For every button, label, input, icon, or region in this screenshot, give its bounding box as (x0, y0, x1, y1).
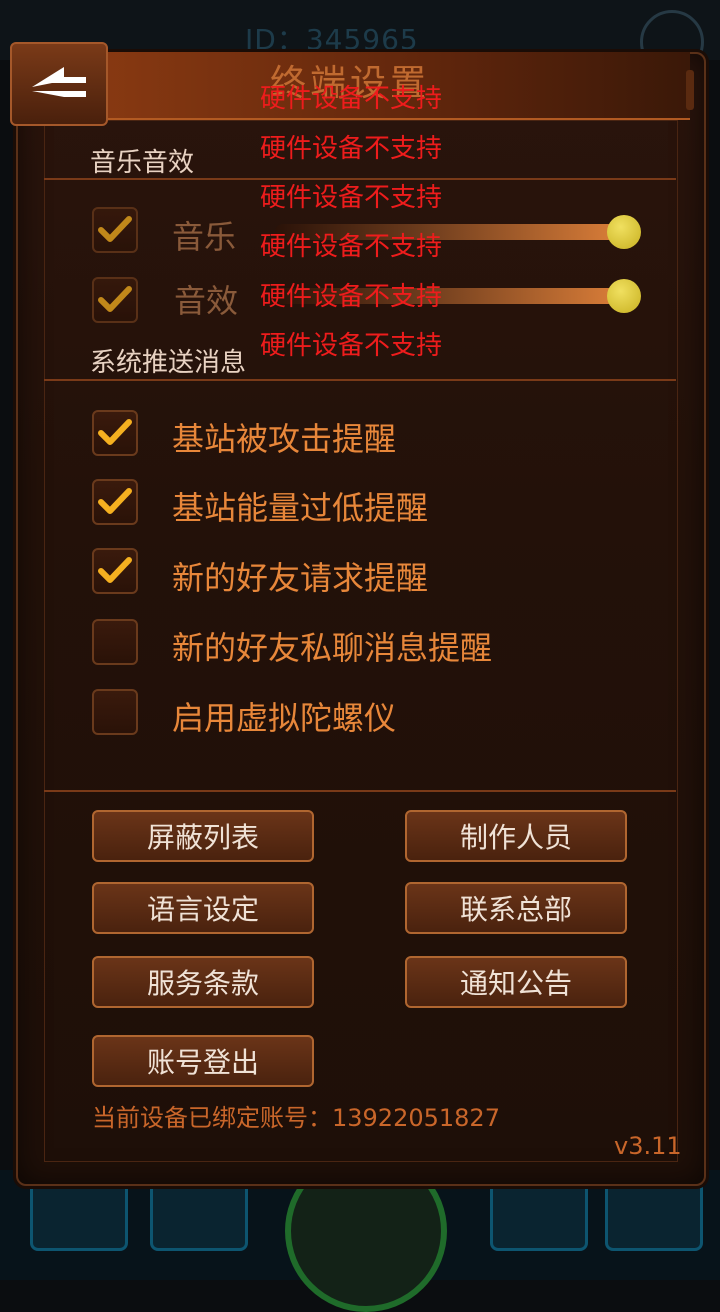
credits-button[interactable]: 制作人员 (405, 810, 627, 862)
chat-icon (30, 1175, 128, 1251)
base-icon (490, 1175, 588, 1251)
push-item-checkbox[interactable] (92, 479, 138, 525)
check-icon (98, 286, 132, 312)
push-item-label: 新的好友请求提醒 (172, 559, 429, 597)
contact-hq-button[interactable]: 联系总部 (405, 882, 627, 934)
back-button[interactable] (10, 42, 108, 126)
music-label: 音乐 (172, 218, 237, 256)
push-item-checkbox[interactable] (92, 689, 138, 735)
sfx-slider-knob[interactable] (607, 279, 641, 313)
check-icon (98, 216, 132, 242)
warning-text: 硬件设备不支持 (260, 183, 443, 213)
device-account-text: 当前设备已绑定账号：13922051827 (92, 1104, 500, 1132)
push-item-checkbox[interactable] (92, 410, 138, 456)
push-item-checkbox[interactable] (92, 548, 138, 594)
version-label: v3.11 (614, 1132, 682, 1160)
warning-text: 硬件设备不支持 (260, 282, 443, 312)
divider (44, 379, 676, 381)
push-item-label: 新的好友私聊消息提醒 (172, 629, 493, 667)
music-checkbox[interactable] (92, 207, 138, 253)
check-icon (98, 419, 132, 445)
music-section-title: 音乐音效 (90, 148, 195, 178)
block-list-button[interactable]: 屏蔽列表 (92, 810, 314, 862)
logout-button[interactable]: 账号登出 (92, 1035, 314, 1087)
warning-text: 硬件设备不支持 (260, 84, 443, 114)
push-item-label: 启用虚拟陀螺仪 (172, 699, 397, 737)
warning-text: 硬件设备不支持 (260, 232, 443, 262)
back-arrow-icon (32, 67, 86, 97)
screen-icon (605, 1175, 703, 1251)
push-section-title: 系统推送消息 (90, 348, 247, 378)
push-item-label: 基站被攻击提醒 (172, 420, 397, 458)
network-icon (150, 1175, 248, 1251)
push-item-label: 基站能量过低提醒 (172, 489, 429, 527)
warning-text: 硬件设备不支持 (260, 134, 443, 164)
music-slider-knob[interactable] (607, 215, 641, 249)
sfx-checkbox[interactable] (92, 277, 138, 323)
panel-notch (686, 70, 694, 110)
terms-button[interactable]: 服务条款 (92, 956, 314, 1008)
check-icon (98, 488, 132, 514)
sfx-label: 音效 (174, 282, 239, 320)
check-icon (98, 557, 132, 583)
warning-text: 硬件设备不支持 (260, 331, 443, 361)
notice-button[interactable]: 通知公告 (405, 956, 627, 1008)
language-button[interactable]: 语言设定 (92, 882, 314, 934)
push-item-checkbox[interactable] (92, 619, 138, 665)
divider (44, 790, 676, 792)
